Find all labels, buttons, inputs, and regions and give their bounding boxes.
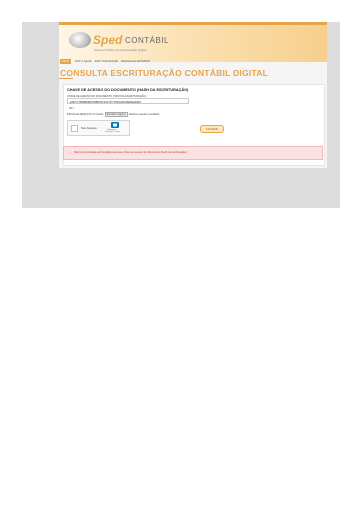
error-alert: • Não foi encontrada escrituração para e… xyxy=(63,146,323,160)
logo-tagline: Sistema Público de Escrituração Digital xyxy=(94,48,147,52)
nav-tabs: Início FAP e Ajuda ECF Substituição Esta… xyxy=(59,59,327,64)
sped-logo-icon xyxy=(69,32,91,48)
logo-secondary-text: CONTÁBIL xyxy=(125,36,170,45)
section-title: CHAVE DE ACESSO DO DOCUMENTO (HASH DA ES… xyxy=(67,88,189,92)
alert-message: Não foi encontrada escrituração para ess… xyxy=(74,151,188,154)
filter-button[interactable]: FILTRAR xyxy=(200,125,224,133)
or-label: OU xyxy=(69,106,74,110)
captcha-label: Sou humano xyxy=(81,126,97,130)
file-status: Nenhum arquivo escolhido xyxy=(128,113,160,116)
captcha-links[interactable]: Privacidade - Termos xyxy=(105,132,120,133)
key-input[interactable]: E3F7C7B6B0086783BF8C1CF7F7780A02F06EDE4D… xyxy=(67,98,189,104)
title-underline xyxy=(59,78,73,79)
tab-ecf-substituicao[interactable]: ECF Substituição xyxy=(93,59,120,64)
captcha-brand: hCaptcha xyxy=(107,129,116,131)
page-title: CONSULTA ESCRITURAÇÃO CONTÁBIL DIGITAL xyxy=(60,68,269,78)
tab-inicio[interactable]: Início xyxy=(60,59,72,64)
alert-bullet: • xyxy=(70,151,71,154)
captcha-widget: Sou humano hCaptcha Privacidade - Termos xyxy=(67,120,130,136)
hcaptcha-logo-icon xyxy=(111,122,119,128)
file-label: ESCOLHA ARQUIVO do recibo: xyxy=(67,113,104,116)
logo-main-text: Sped xyxy=(93,33,123,47)
content-panel: Sped CONTÁBIL Sistema Público de Escritu… xyxy=(59,22,327,168)
choose-file-button[interactable]: Escolher arquivo xyxy=(104,112,128,117)
tab-fap-ajuda[interactable]: FAP e Ajuda xyxy=(73,59,93,64)
captcha-checkbox[interactable] xyxy=(71,125,78,132)
file-row: ESCOLHA ARQUIVO do recibo: Escolher arqu… xyxy=(67,112,159,117)
tab-estatisticas[interactable]: Estatísticas ECD/ECF xyxy=(119,59,152,64)
site-header: Sped CONTÁBIL Sistema Público de Escritu… xyxy=(59,22,327,62)
